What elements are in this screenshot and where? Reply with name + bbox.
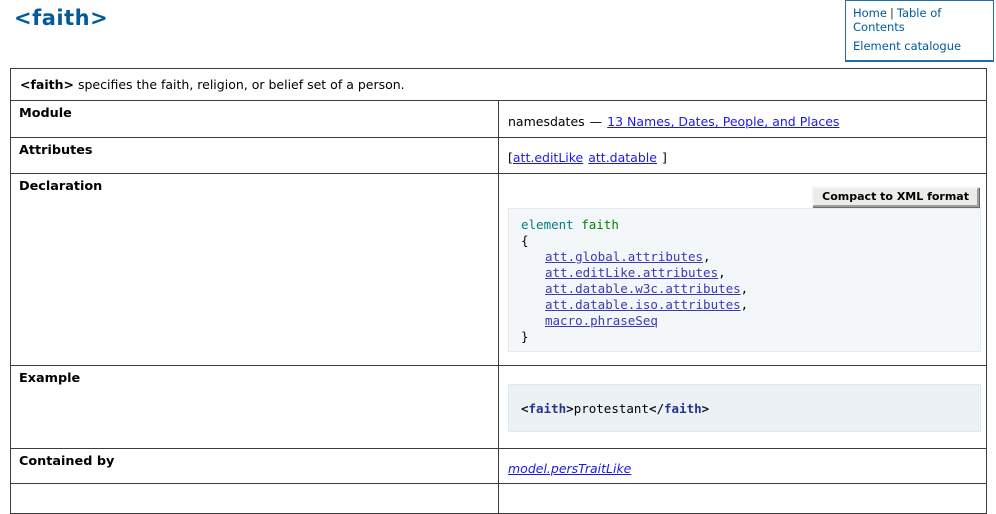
- attribute-class-link-editlike[interactable]: att.editLike: [513, 150, 583, 165]
- contained-by-row: Contained by model.persTraitLike: [11, 449, 987, 484]
- attribute-class-link-datable[interactable]: att.datable: [588, 150, 657, 165]
- code-comma: ,: [741, 281, 749, 296]
- model-perstraitlike-link[interactable]: model.persTraitLike: [508, 461, 631, 476]
- example-row: Example <faith>protestant</faith>: [11, 366, 987, 449]
- code-link-att-editlike-attributes[interactable]: att.editLike.attributes: [545, 265, 718, 280]
- attributes-value: [att.editLikeatt.datable]: [499, 138, 987, 174]
- attributes-label: Attributes: [11, 138, 499, 174]
- example-open-tag-name: faith: [529, 401, 567, 416]
- example-label: Example: [11, 366, 499, 449]
- attributes-close-bracket: ]: [662, 150, 667, 165]
- truncated-row-label-cell: [11, 484, 499, 514]
- description-text: specifies the faith, religion, or belief…: [74, 77, 405, 92]
- nav-link-element-catalogue[interactable]: Element catalogue: [853, 39, 961, 53]
- truncated-row: [11, 484, 987, 514]
- code-keyword-element: element: [521, 217, 574, 232]
- example-close-tag-name: faith: [664, 401, 702, 416]
- contained-by-value: model.persTraitLike: [499, 449, 987, 484]
- code-comma: ,: [703, 249, 711, 264]
- code-line-att-datable-w3c: att.datable.w3c.attributes,: [521, 281, 980, 297]
- code-line-att-editlike: att.editLike.attributes,: [521, 265, 980, 281]
- code-line-att-global: att.global.attributes,: [521, 249, 980, 265]
- code-line-element: element faith: [521, 217, 980, 233]
- element-reference-table: <faith> specifies the faith, religion, o…: [10, 68, 987, 514]
- declaration-label: Declaration: [11, 174, 499, 366]
- code-element-name: faith: [581, 217, 619, 232]
- compact-to-xml-button[interactable]: Compact to XML format: [812, 187, 979, 207]
- code-link-att-datable-iso-attributes[interactable]: att.datable.iso.attributes: [545, 297, 741, 312]
- example-content-text: protestant: [574, 401, 649, 416]
- module-label: Module: [11, 101, 499, 138]
- example-open-tag-lt: <: [521, 401, 529, 416]
- attributes-row: Attributes [att.editLikeatt.datable]: [11, 138, 987, 174]
- element-description: <faith> specifies the faith, religion, o…: [11, 69, 987, 101]
- nav-row-main: Home|Table of Contents: [853, 6, 986, 34]
- example-close-tag-lt: </: [649, 401, 664, 416]
- code-comma: ,: [718, 265, 726, 280]
- declaration-value: Compact to XML format element faith { at…: [499, 174, 987, 366]
- nav-separator: |: [890, 6, 894, 20]
- code-line-att-datable-iso: att.datable.iso.attributes,: [521, 297, 980, 313]
- module-chapter-link[interactable]: 13 Names, Dates, People, and Places: [607, 114, 839, 129]
- example-value: <faith>protestant</faith>: [499, 366, 987, 449]
- module-dash: —: [590, 114, 603, 129]
- code-comma: ,: [741, 297, 749, 312]
- contained-by-label: Contained by: [11, 449, 499, 484]
- truncated-row-value-cell: [499, 484, 987, 514]
- element-tag-text: <faith>: [20, 77, 74, 92]
- example-code-box: <faith>protestant</faith>: [508, 384, 981, 432]
- module-name: namesdates: [508, 114, 585, 129]
- code-line-close-brace: }: [521, 329, 980, 345]
- code-link-att-datable-w3c-attributes[interactable]: att.datable.w3c.attributes: [545, 281, 741, 296]
- code-link-att-global-attributes[interactable]: att.global.attributes: [545, 249, 703, 264]
- module-row: Module namesdates — 13 Names, Dates, Peopl…: [11, 101, 987, 138]
- module-value: namesdates — 13 Names, Dates, People, and …: [499, 101, 987, 138]
- page-title: <faith>: [14, 6, 108, 30]
- nav-link-home[interactable]: Home: [853, 6, 887, 20]
- declaration-row: Declaration Compact to XML format elemen…: [11, 174, 987, 366]
- example-close-tag-gt: >: [702, 401, 710, 416]
- description-row: <faith> specifies the faith, religion, o…: [11, 69, 987, 101]
- code-line-open-brace: {: [521, 233, 980, 249]
- code-link-macro-phraseseq[interactable]: macro.phraseSeq: [545, 313, 658, 328]
- nav-row-catalogue: Element catalogue: [853, 39, 986, 53]
- header-nav-box: Home|Table of Contents Element catalogue: [845, 0, 994, 62]
- example-open-tag-gt: >: [566, 401, 574, 416]
- code-line-macro-phraseseq: macro.phraseSeq: [521, 313, 980, 329]
- declaration-code-box: element faith { att.global.attributes, a…: [508, 208, 981, 352]
